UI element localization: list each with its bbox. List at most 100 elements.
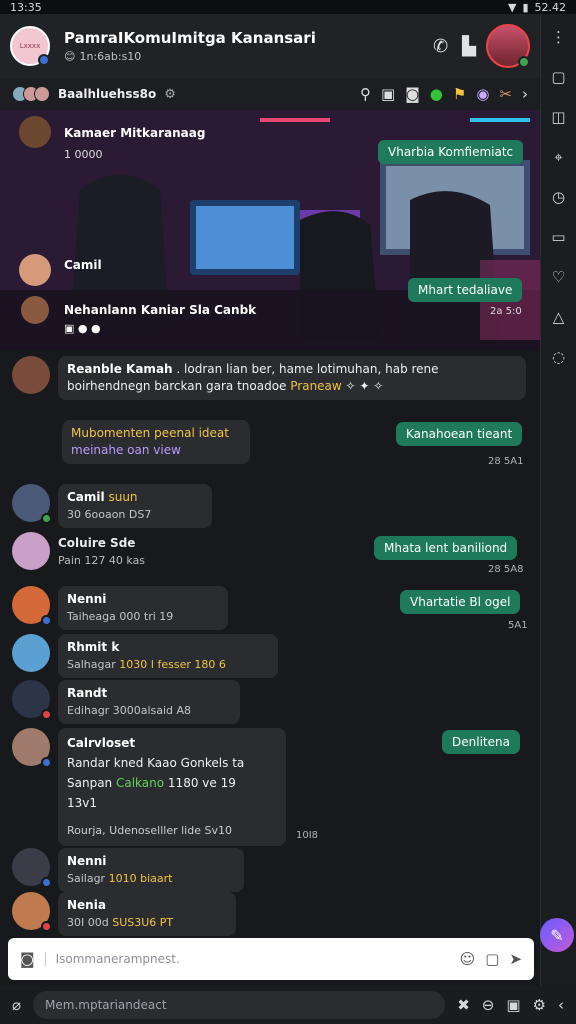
avatar[interactable]	[12, 848, 52, 888]
bottom-input[interactable]: Mem.mptariandeact	[33, 991, 446, 1019]
sender-name: Calrvloset	[67, 736, 136, 750]
sender-name: Coluire Sde	[58, 536, 136, 550]
avatar[interactable]	[12, 532, 50, 570]
hero-message-pill-2[interactable]: Mhart tedaliave	[408, 278, 523, 302]
message-composer[interactable]: ◙ Isommanerampnest. ☺ ▢ ➤	[8, 938, 534, 980]
sticker-icon[interactable]: ▢	[485, 950, 499, 968]
group-avatar[interactable]: Lxxxx	[10, 26, 50, 66]
group-avatar-label: Lxxxx	[19, 42, 41, 50]
square-icon[interactable]: ▢	[551, 68, 565, 86]
message-9: Nenni Sailagr 1010 biaart	[12, 848, 244, 892]
gallery-icon[interactable]: ▣	[506, 996, 520, 1014]
minus-icon[interactable]: ⊖	[482, 996, 495, 1014]
avatar[interactable]	[12, 356, 50, 394]
message-extra: 1010 biaart	[108, 872, 173, 885]
message-bubble[interactable]: Camil suun 30 6ooaon DS7	[58, 484, 212, 528]
back-icon[interactable]: ‹	[558, 996, 564, 1014]
message-text: Sailagr	[67, 872, 106, 885]
message-bubble[interactable]: Calrvloset Randar kned Kaao Gonkels ta S…	[58, 728, 286, 846]
attach-icon[interactable]: ⌀	[12, 996, 21, 1014]
message-line-2a: Sanpan	[67, 776, 113, 790]
video-icon[interactable]: ▙	[462, 36, 476, 57]
settings-dot-icon[interactable]: ⚙	[164, 87, 176, 102]
sender-name: Reanble Kamah	[67, 362, 173, 376]
phone-icon[interactable]: ✆	[433, 36, 448, 57]
more-vertical-icon[interactable]: ⋮	[551, 28, 566, 46]
status-time: 13:35	[10, 0, 42, 14]
hero-image: Kamaer Mitkaranaag 1 0000 Camil Nehanlan…	[0, 110, 540, 350]
settings-icon[interactable]: ⚙	[533, 996, 546, 1014]
message-5: Nenni Taiheaga 000 tri 19	[12, 586, 228, 630]
group-badge-icon	[38, 54, 50, 66]
camera-icon[interactable]: ◙	[20, 950, 35, 968]
emoji-button-icon[interactable]: ☺	[460, 950, 476, 968]
game-icon[interactable]: ◙	[405, 85, 420, 103]
planet-icon[interactable]: ◉	[476, 85, 489, 103]
outgoing-message-1[interactable]: Kanahoean tieant	[396, 422, 523, 446]
message-bubble[interactable]: Nenia 30I 00d SUS3U6 PT	[58, 892, 236, 936]
tools-icon[interactable]: ✂	[499, 85, 512, 103]
chat-subbar: Baalhluehss8o ⚙ ⚲ ▣ ◙ ● ⚑ ◉ ✂ ›	[0, 78, 540, 110]
warning-icon[interactable]: △	[553, 308, 565, 326]
message-bubble[interactable]: Nenni Sailagr 1010 biaart	[58, 848, 244, 892]
message-bubble[interactable]: Nenni Taiheaga 000 tri 19	[58, 586, 228, 630]
outgoing-message-4[interactable]: Denlitena	[442, 730, 520, 754]
hero-user2-name: Camil	[64, 258, 102, 272]
bottom-bar: ⌀ Mem.mptariandeact ✖ ⊖ ▣ ⚙ ‹	[0, 986, 576, 1024]
avatar[interactable]	[12, 728, 52, 768]
message-extra: DS7	[128, 508, 152, 521]
dash-icon[interactable]: ▭	[551, 228, 565, 246]
avatar[interactable]	[12, 484, 52, 524]
online-status-icon	[518, 56, 530, 68]
flag-icon[interactable]: ⚑	[453, 85, 466, 103]
avatar[interactable]	[12, 892, 52, 932]
message-bubble[interactable]: Rhmit k Salhagar 1030 I fesser 180 6	[58, 634, 278, 678]
emoji-icon: 😊	[64, 50, 76, 63]
layout-icon[interactable]: ◫	[551, 108, 565, 126]
avatar[interactable]	[12, 680, 52, 720]
message-line-3: 13v1	[67, 796, 98, 810]
avatar[interactable]	[12, 586, 52, 626]
signal-icon: ▮	[522, 0, 529, 14]
wifi-icon: ▼	[507, 0, 517, 14]
composer-input[interactable]: Isommanerampnest.	[44, 952, 450, 966]
card-message[interactable]: Mubomenten peenal ideat meinahe oan view	[62, 420, 250, 464]
avatar[interactable]	[12, 634, 50, 672]
hero-pill2-time: 2a 5:0	[490, 306, 522, 317]
hero-user1-name: Kamaer Mitkaranaag	[64, 126, 206, 140]
magic-fab-button[interactable]: ✎	[540, 918, 574, 952]
chat-subtitle: 1n:6ab:s10	[79, 50, 142, 63]
outgoing-message-2[interactable]: Mhata lent baniliond	[374, 536, 518, 560]
message-1: Reanble Kamah . lodran lian ber, hame lo…	[12, 356, 526, 400]
message-line-4: Rourja, Udenoselller lide Sv10	[67, 824, 232, 837]
hero-message-pill-1[interactable]: Vharbia Komfiemiatc	[378, 140, 524, 164]
close-icon[interactable]: ✖	[457, 996, 470, 1014]
outgoing-time-3: 5A1	[508, 620, 528, 631]
sender-name: Nenia	[67, 898, 106, 912]
message-line-2c: 1180 ve 19	[167, 776, 236, 790]
chevron-right-icon[interactable]: ›	[522, 85, 528, 103]
outgoing-message-3[interactable]: Vhartatie Bl ogel	[400, 590, 521, 614]
message-extra: SUS3U6 PT	[112, 916, 174, 929]
message-bubble[interactable]: Randt Edihagr 3000alsaid A8	[58, 680, 240, 724]
message-line-1: Randar kned Kaao Gonkels ta	[67, 756, 245, 770]
heart-icon[interactable]: ♡	[552, 268, 565, 286]
send-icon[interactable]: ➤	[509, 950, 522, 968]
search-icon[interactable]: ⚲	[360, 85, 371, 103]
message-highlight: Praneaw	[290, 379, 342, 393]
message-line-2b: Calkano	[115, 776, 165, 790]
message-extra: 3000alsaid A8	[112, 704, 192, 717]
clock-icon[interactable]: ◷	[552, 188, 565, 206]
status-green-icon[interactable]: ●	[430, 85, 443, 103]
message-3: Camil suun 30 6ooaon DS7	[12, 484, 212, 528]
right-sidebar: ⋮ ▢ ◫ ⌖ ◷ ▭ ♡ △ ◌	[540, 14, 576, 994]
message-bubble[interactable]: Reanble Kamah . lodran lian ber, hame lo…	[58, 356, 526, 400]
circle-icon[interactable]: ◌	[552, 348, 565, 366]
message-10: Nenia 30I 00d SUS3U6 PT	[12, 892, 236, 936]
user-avatar[interactable]	[486, 24, 530, 68]
image-icon[interactable]: ▣	[381, 85, 395, 103]
sender-name: Nenni	[67, 854, 107, 868]
message-text: Edihagr	[67, 704, 110, 717]
member-avatars[interactable]	[12, 86, 50, 102]
tag-icon[interactable]: ⌖	[554, 148, 562, 166]
